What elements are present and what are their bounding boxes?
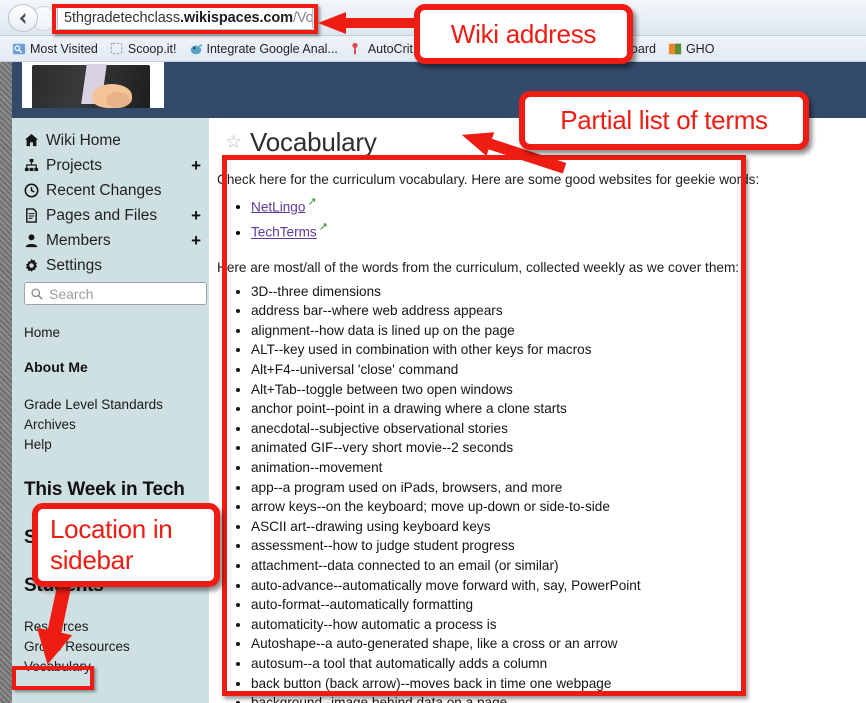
sidebar-heading-this-week-in-tech[interactable]: This Week in Tech	[24, 477, 209, 503]
sidebar-item-label: Settings	[46, 256, 103, 274]
bookmark-integrate-google-analytics[interactable]: Integrate Google Anal...	[185, 41, 342, 57]
bookmark-label: GHO	[685, 41, 715, 56]
sidebar-item-label: Recent Changes	[46, 181, 162, 199]
back-arrow-icon[interactable]	[8, 4, 38, 32]
annotation-location-in-sidebar: Location in sidebar	[32, 503, 220, 587]
banner-photo	[22, 62, 164, 108]
bookmark-label: Most Visited	[30, 41, 98, 56]
most-visited-icon	[12, 42, 26, 56]
sidebar-link-help[interactable]: Help	[24, 435, 209, 455]
annotation-wiki-address: Wiki address	[414, 4, 633, 64]
screenshot-root: 5thgradetechclass.wikispaces.com/Vocabul…	[0, 0, 866, 703]
scoopit-icon	[110, 42, 124, 56]
content-highlight-box	[222, 155, 746, 696]
add-project-button[interactable]: +	[191, 157, 201, 174]
photo-hand-detail	[106, 92, 130, 108]
sidebar-link-grade-level-standards[interactable]: Grade Level Standards	[24, 395, 209, 415]
sidebar-item-wiki-home[interactable]: Wiki Home	[20, 128, 209, 153]
annotation-label: Location in sidebar	[50, 514, 173, 575]
url-pointer-arrow	[318, 12, 422, 34]
bookmark-label: Scoop.it!	[127, 41, 177, 56]
annotation-partial-list-of-terms: Partial list of terms	[519, 91, 809, 150]
bookmark-label: AutoCrit	[367, 41, 413, 56]
sidebar-heading-about-me[interactable]: About Me	[24, 357, 209, 377]
search-placeholder: Search	[49, 285, 94, 302]
sidebar-item-settings[interactable]: Settings	[20, 253, 209, 278]
sidebar-item-label: Projects	[46, 156, 102, 174]
sidebar-link-archives[interactable]: Archives	[24, 415, 209, 435]
person-icon	[24, 233, 42, 248]
gear-icon	[24, 258, 42, 273]
sidebar-item-pages-and-files[interactable]: Pages and Files +	[20, 203, 209, 228]
bookmark-label: Integrate Google Anal...	[206, 41, 338, 56]
add-member-button[interactable]: +	[191, 232, 201, 249]
sidebar-item-projects[interactable]: Projects +	[20, 153, 209, 178]
clock-icon	[24, 183, 42, 198]
sidebar-item-recent-changes[interactable]: Recent Changes	[20, 178, 209, 203]
home-icon	[24, 133, 42, 148]
favorite-star-icon[interactable]: ☆	[225, 133, 242, 152]
page-title: Vocabulary	[250, 127, 377, 157]
sidebar-item-label: Pages and Files	[46, 206, 158, 224]
annotation-label: Wiki address	[450, 18, 597, 49]
sidebar-nav: Wiki Home Projects + Recent Changes Page…	[12, 118, 209, 305]
bookmark-gho[interactable]: GHO	[664, 41, 718, 57]
bookmark-autocrit[interactable]: AutoCrit	[346, 41, 417, 57]
sidebar-item-label: Members	[46, 231, 111, 249]
sidebar-link-home[interactable]: Home	[24, 323, 209, 343]
add-page-button[interactable]: +	[191, 207, 201, 224]
search-input[interactable]: Search	[24, 282, 207, 305]
search-icon	[30, 287, 44, 301]
bookmark-most-visited[interactable]: Most Visited	[8, 41, 102, 57]
projects-icon	[24, 158, 42, 173]
hangouts-icon	[668, 42, 682, 56]
annotation-label: Partial list of terms	[560, 105, 768, 135]
window-edge-strip	[0, 62, 12, 703]
page-icon	[24, 208, 42, 223]
sidebar-item-members[interactable]: Members +	[20, 228, 209, 253]
url-highlight-box	[52, 4, 318, 34]
autocrit-icon	[350, 42, 364, 56]
mailchimp-icon	[189, 42, 203, 56]
sidebar-item-label: Wiki Home	[46, 131, 121, 149]
bookmark-scoopit[interactable]: Scoop.it!	[106, 41, 181, 57]
